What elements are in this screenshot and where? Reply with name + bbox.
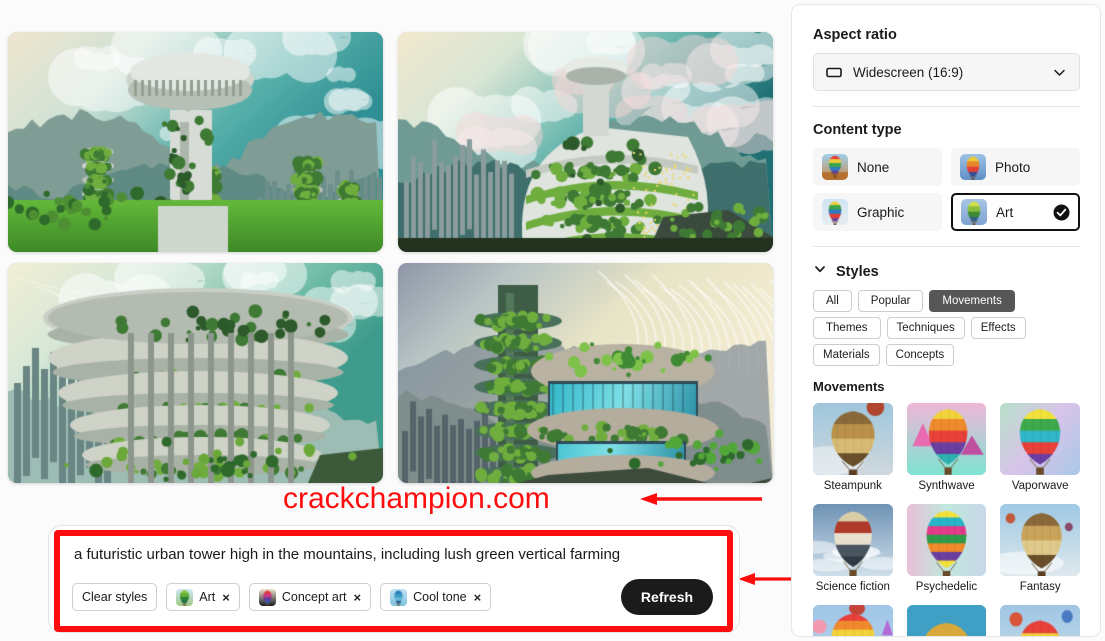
widescreen-icon [826, 65, 842, 79]
annotation-arrow-top [640, 493, 762, 505]
aspect-ratio-value: Widescreen (16:9) [853, 64, 964, 80]
style-chip-label: Concept art [281, 590, 347, 604]
style-item-fantasy[interactable]: Fantasy [1000, 504, 1080, 593]
balloon-thumb-icon [961, 199, 987, 225]
balloon-thumb-icon [960, 154, 986, 180]
style-item-psychedelic[interactable]: Psychedelic [906, 504, 987, 593]
generated-image-2[interactable] [398, 32, 773, 252]
content-type-label: Graphic [857, 204, 905, 220]
style-filter-all[interactable]: All [813, 290, 852, 312]
style-chip-label: Cool tone [413, 590, 467, 604]
style-label: Vaporwave [1011, 480, 1069, 492]
balloon-thumb-icon [176, 588, 194, 606]
style-item-vaporwave[interactable]: Vaporwave [1000, 403, 1080, 492]
image-creator-app: crackchampion.com a futuristic urban tow… [0, 0, 1105, 641]
balloon-thumb-icon [822, 199, 848, 225]
style-label: Fantasy [1019, 581, 1061, 593]
content-type-options: None Photo Graphic Art [813, 148, 1080, 231]
style-item-next-1[interactable] [813, 605, 893, 636]
style-label: Synthwave [918, 480, 975, 492]
prompt-input[interactable]: a futuristic urban tower high in the mou… [74, 546, 620, 563]
generated-image-1[interactable] [8, 32, 383, 252]
style-label: Psychedelic [915, 581, 978, 593]
style-thumbnail [1000, 504, 1080, 576]
content-type-none[interactable]: None [813, 148, 942, 186]
refresh-button[interactable]: Refresh [621, 579, 713, 615]
style-item-next-2[interactable] [906, 605, 987, 636]
style-thumbnail [813, 504, 893, 576]
style-item-science-fiction[interactable]: Science fiction [813, 504, 893, 593]
settings-panel: Aspect ratio Widescreen (16:9) Content t… [791, 4, 1101, 637]
styles-header[interactable]: Styles [813, 262, 1080, 281]
style-thumbnail [1000, 403, 1080, 475]
style-thumbnail [906, 605, 987, 636]
style-filter-pills: All Popular Movements Themes Techniques … [813, 290, 1080, 366]
style-chip-label: Art [199, 590, 216, 604]
aspect-ratio-title: Aspect ratio [813, 27, 897, 43]
style-thumbnail [813, 403, 893, 475]
balloon-thumb-icon [822, 154, 848, 180]
style-item-synthwave[interactable]: Synthwave [906, 403, 987, 492]
content-type-photo[interactable]: Photo [951, 148, 1080, 186]
style-chip-cool-tone[interactable]: Cool tone × [380, 583, 492, 611]
divider [813, 106, 1080, 107]
style-thumbnail-grid: Steampunk Synthwave Vaporwave Science fi… [813, 403, 1080, 636]
balloon-thumb-icon [390, 588, 408, 606]
results-area: crackchampion.com a futuristic urban tow… [0, 0, 858, 641]
style-chip-row: Clear styles Art × Concept art × Cool to… [72, 583, 492, 611]
generated-image-grid [8, 32, 773, 483]
watermark-text: crackchampion.com [283, 482, 550, 515]
clear-styles-button[interactable]: Clear styles [72, 583, 158, 611]
style-filter-themes[interactable]: Themes [813, 317, 881, 339]
check-circle-icon [1053, 204, 1070, 221]
chevron-down-icon[interactable] [813, 262, 827, 281]
remove-chip-icon[interactable]: × [354, 591, 362, 604]
prompt-bar: a futuristic urban tower high in the mou… [60, 536, 727, 626]
style-chip-art[interactable]: Art × [166, 583, 240, 611]
clear-styles-label: Clear styles [82, 590, 148, 604]
content-type-label: None [857, 159, 890, 175]
aspect-ratio-dropdown[interactable]: Widescreen (16:9) [813, 53, 1080, 91]
style-item-next-3[interactable] [1000, 605, 1080, 636]
style-filter-materials[interactable]: Materials [813, 344, 880, 366]
style-filter-movements[interactable]: Movements [929, 290, 1015, 312]
content-type-art[interactable]: Art [951, 193, 1080, 231]
content-type-graphic[interactable]: Graphic [813, 193, 942, 231]
generated-image-4[interactable] [398, 263, 773, 483]
generated-image-3[interactable] [8, 263, 383, 483]
balloon-thumb-icon [258, 588, 276, 606]
style-filter-concepts[interactable]: Concepts [885, 344, 955, 366]
content-type-title: Content type [813, 122, 902, 138]
content-type-label: Art [996, 204, 1014, 220]
style-thumbnail [1000, 605, 1080, 636]
styles-title: Styles [836, 263, 879, 280]
style-thumbnail [906, 403, 987, 475]
style-thumbnail [813, 605, 893, 636]
divider [813, 246, 1080, 247]
remove-chip-icon[interactable]: × [474, 591, 482, 604]
remove-chip-icon[interactable]: × [222, 591, 230, 604]
style-label: Science fiction [815, 581, 890, 593]
style-group-title: Movements [813, 379, 885, 394]
style-item-steampunk[interactable]: Steampunk [813, 403, 893, 492]
settings-panel-body: Aspect ratio Widescreen (16:9) Content t… [792, 5, 1100, 636]
style-thumbnail [906, 504, 987, 576]
style-filter-popular[interactable]: Popular [857, 290, 924, 312]
style-filter-effects[interactable]: Effects [970, 317, 1026, 339]
style-chip-concept-art[interactable]: Concept art × [248, 583, 372, 611]
content-type-label: Photo [995, 159, 1031, 175]
style-label: Steampunk [823, 480, 882, 492]
chevron-down-icon[interactable] [1052, 65, 1067, 80]
style-filter-techniques[interactable]: Techniques [886, 317, 965, 339]
